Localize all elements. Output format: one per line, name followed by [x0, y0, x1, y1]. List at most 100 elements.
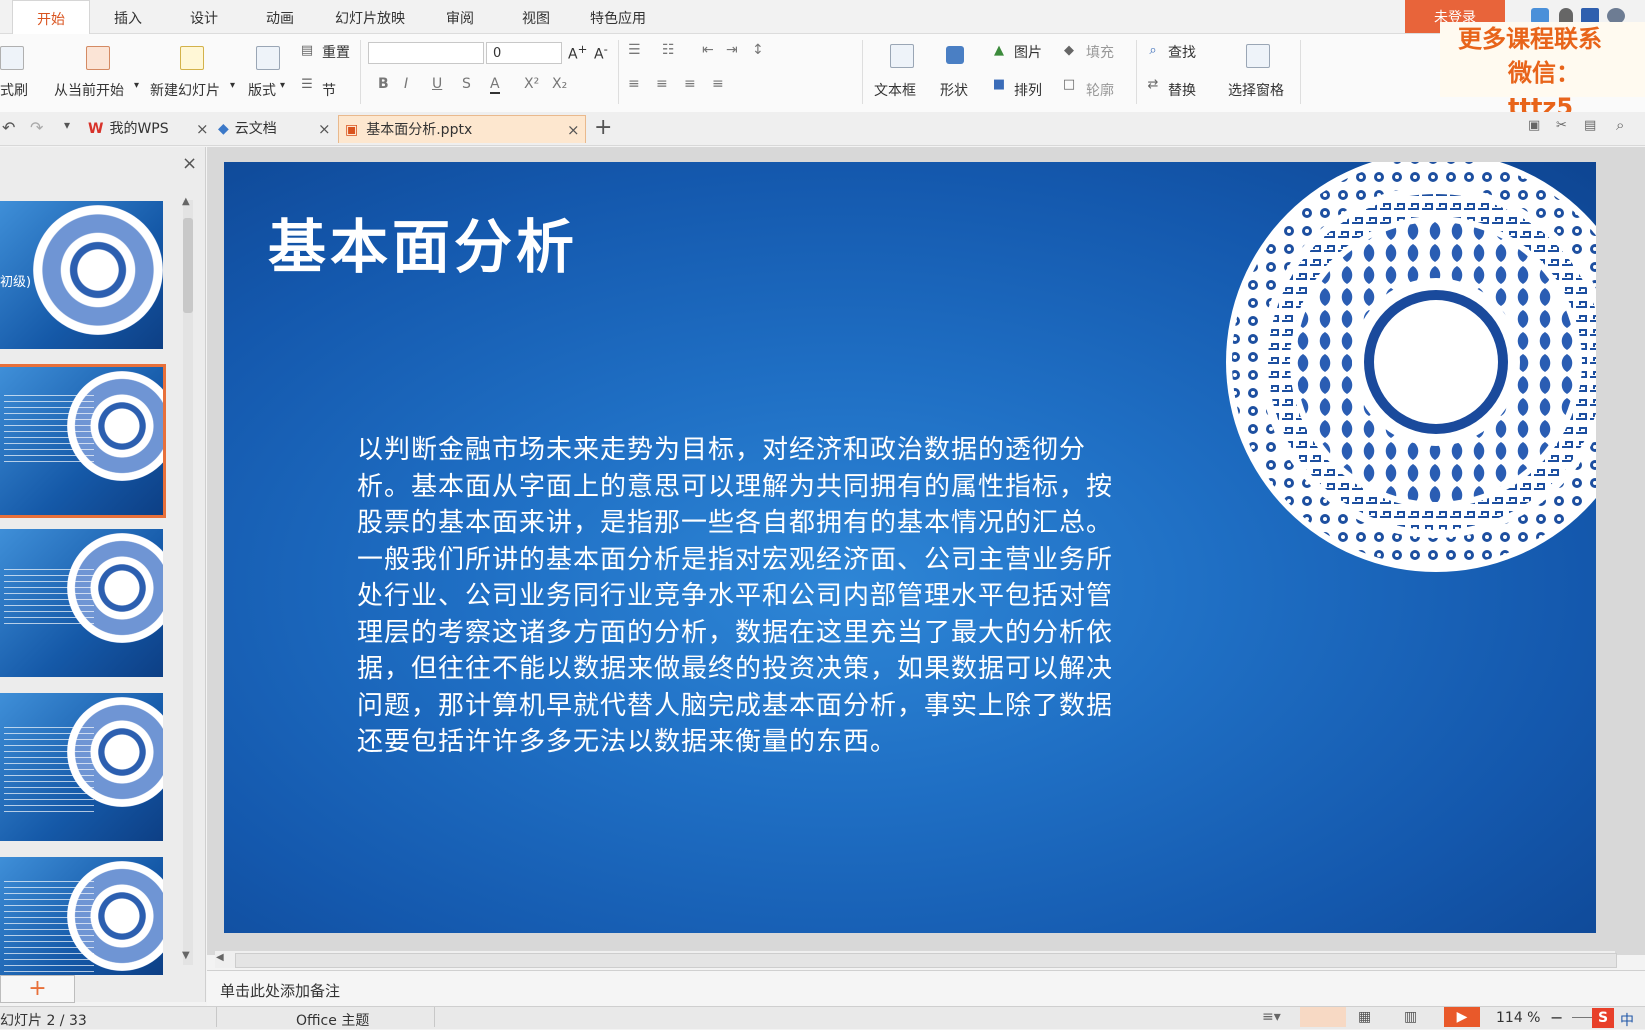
tab-current-document[interactable]: ▣ 基本面分析.pptx × [338, 115, 586, 143]
format-painter-button[interactable]: 式刷 [0, 80, 28, 100]
search-icon: ⌕ [1149, 43, 1157, 58]
tab-slideshow[interactable]: 幻灯片放映 [326, 0, 414, 33]
close-icon[interactable]: × [318, 115, 331, 143]
chevron-down-icon[interactable]: ▾ [280, 80, 285, 91]
slide-thumbnail[interactable]: 初级) [0, 201, 163, 349]
comment-icon[interactable]: ▤ [1584, 118, 1596, 133]
fill-button[interactable]: 填充 [1086, 42, 1114, 62]
chevron-down-icon[interactable]: ▾ [134, 80, 139, 91]
slide-body-text[interactable]: 以判断金融市场未来走势为目标，对经济和政治数据的透彻分析。基本面从字面上的意思可… [357, 432, 1127, 761]
slide-thumbnail[interactable] [0, 529, 163, 677]
italic-icon[interactable]: I [404, 76, 408, 92]
thumbnail-scrollbar[interactable] [183, 200, 193, 965]
tab-animation[interactable]: 动画 [252, 0, 308, 33]
pptx-file-icon: ▣ [345, 122, 359, 138]
thumbnail-label: 初级) [0, 275, 32, 290]
porcelain-plate-image [1226, 162, 1596, 572]
pin-icon[interactable]: ▣ [1528, 118, 1540, 133]
chevron-down-icon[interactable]: ▾ [64, 118, 70, 132]
section-button[interactable]: 节 [322, 80, 336, 100]
play-icon[interactable]: ▶ [1444, 1007, 1480, 1027]
grow-font-icon[interactable]: A+ [568, 42, 587, 63]
undo-icon[interactable]: ↶ [2, 118, 15, 137]
new-slide-button[interactable]: 新建幻灯片 [150, 80, 220, 100]
notes-toggle-icon[interactable]: ≡▾ [1262, 1009, 1281, 1025]
layout-button[interactable]: 版式 [248, 80, 276, 100]
tab-my-wps[interactable]: W 我的WPS × [88, 115, 209, 143]
fill-icon: ◆ [1064, 43, 1074, 58]
shadow-icon[interactable]: S [462, 76, 471, 92]
picture-icon: ▲ [994, 43, 1004, 58]
shrink-font-icon[interactable]: A- [594, 42, 608, 63]
slide-thumbnail[interactable] [0, 857, 163, 975]
add-slide-button[interactable]: + [0, 975, 75, 1003]
from-current-button[interactable]: 从当前开始 [54, 80, 124, 100]
tools-icon[interactable]: ✂ [1556, 118, 1567, 133]
layout-icon [256, 46, 280, 70]
tab-review[interactable]: 审阅 [432, 0, 488, 33]
shapes-button[interactable]: 形状 [940, 80, 968, 100]
search-icon[interactable]: ⌕ [1616, 116, 1624, 134]
subscript-icon[interactable]: X₂ [552, 76, 567, 92]
wps-logo-icon: W [88, 121, 104, 137]
outline-icon: □ [1062, 77, 1076, 92]
arrange-button[interactable]: 排列 [1014, 80, 1042, 100]
replace-button[interactable]: 替换 [1168, 80, 1196, 100]
close-icon[interactable]: × [182, 153, 197, 174]
scroll-down-icon[interactable]: ▼ [182, 950, 190, 961]
scroll-up-icon[interactable]: ▲ [182, 196, 190, 207]
tab-cloud-docs[interactable]: ◆ 云文档 × [218, 115, 332, 143]
line-spacing-icon[interactable]: ↕ [752, 42, 764, 58]
thumbnail-scroll-thumb[interactable] [183, 218, 193, 313]
text-box-button[interactable]: 文本框 [874, 80, 916, 100]
slide-thumbnail-selected[interactable] [0, 364, 166, 518]
notes-placeholder[interactable]: 单击此处添加备注 [220, 980, 340, 1001]
slide-thumbnail[interactable] [0, 693, 163, 841]
underline-icon[interactable]: U [432, 76, 442, 92]
status-bar: 幻灯片 2 / 33 Office 主题 ≡▾ ▦ ▥ ▶ 114 % − S … [0, 1006, 1645, 1029]
font-color-icon[interactable]: A [490, 76, 500, 94]
indent-icon[interactable]: ⇤ [702, 42, 714, 58]
outline-button[interactable]: 轮廓 [1086, 80, 1114, 100]
slide-title[interactable]: 基本面分析 [268, 200, 578, 284]
zoom-level[interactable]: 114 % [1496, 1010, 1540, 1026]
superscript-icon[interactable]: X² [524, 76, 539, 92]
horizontal-scroll-thumb[interactable] [235, 953, 1617, 968]
new-tab-icon[interactable]: + [594, 115, 612, 140]
justify-icon[interactable]: ≡ [712, 76, 724, 92]
align-center-icon[interactable]: ≡ [656, 76, 668, 92]
bullets-icon[interactable]: ☰ [628, 42, 641, 58]
tab-special[interactable]: 特色应用 [580, 0, 656, 33]
chevron-down-icon[interactable]: ▾ [230, 80, 235, 91]
shapes-icon [946, 46, 964, 64]
align-left-icon[interactable]: ≡ [628, 76, 640, 92]
font-name-field[interactable] [368, 42, 484, 64]
tab-insert[interactable]: 插入 [100, 0, 156, 33]
find-button[interactable]: 查找 [1168, 42, 1196, 62]
notes-pane[interactable] [207, 970, 1645, 1007]
slide-canvas[interactable]: 基本面分析 以判断金融市场未来走势为目标，对经济和政治数据的透彻分析。基本面从字… [224, 162, 1596, 933]
zoom-out-icon[interactable]: − [1550, 1008, 1563, 1027]
reset-button[interactable]: 重置 [322, 42, 350, 62]
font-size-field[interactable]: 0 [486, 42, 562, 64]
bold-icon[interactable]: B [378, 76, 389, 92]
selection-pane-button[interactable]: 选择窗格 [1228, 80, 1284, 100]
play-from-current-icon [86, 46, 110, 70]
normal-view-icon[interactable] [1300, 1007, 1346, 1027]
reading-view-icon[interactable]: ▥ [1404, 1009, 1417, 1025]
redo-icon[interactable]: ↷ [30, 118, 43, 137]
scroll-left-icon[interactable]: ◀ [216, 952, 224, 963]
numbering-icon[interactable]: ☷ [662, 42, 675, 58]
zoom-slider[interactable] [1572, 1017, 1592, 1018]
tab-design[interactable]: 设计 [176, 0, 232, 33]
close-icon[interactable]: × [567, 116, 580, 144]
sogou-ime-icon[interactable]: S [1592, 1008, 1614, 1028]
sorter-view-icon[interactable]: ▦ [1358, 1009, 1371, 1025]
outdent-icon[interactable]: ⇥ [726, 42, 738, 58]
picture-button[interactable]: 图片 [1014, 42, 1042, 62]
align-right-icon[interactable]: ≡ [684, 76, 696, 92]
tab-home[interactable]: 开始 [12, 0, 90, 35]
close-icon[interactable]: × [196, 115, 209, 143]
ime-mode[interactable]: 中 [1620, 1010, 1634, 1030]
tab-view[interactable]: 视图 [508, 0, 564, 33]
